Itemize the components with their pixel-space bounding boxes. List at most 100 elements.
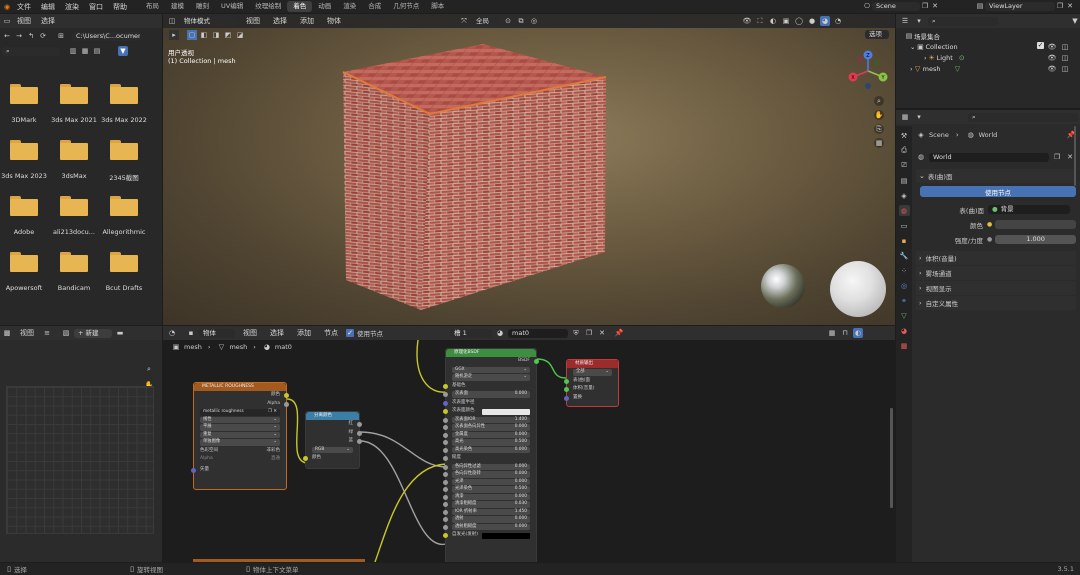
- vp-menu-view[interactable]: 视图: [241, 16, 265, 26]
- bsdf-input-socket-icon[interactable]: [443, 425, 448, 431]
- scene-selector[interactable]: ⎔ Scene ❐ ✕: [862, 1, 940, 11]
- use-nodes-button[interactable]: 使用节点: [920, 186, 1076, 197]
- strength-field[interactable]: 1.000: [995, 235, 1076, 244]
- bsdf-input-socket-icon[interactable]: [443, 392, 448, 398]
- bsdf-input-socket-icon[interactable]: [443, 456, 448, 462]
- world-name-field[interactable]: World: [929, 152, 1049, 162]
- tab-rendering[interactable]: 渲染: [337, 1, 362, 12]
- bsdf-input-socket-icon[interactable]: [443, 502, 448, 508]
- sort-icon[interactable]: ▤: [92, 46, 102, 56]
- tab-sculpting[interactable]: 雕刻: [190, 1, 215, 12]
- surface-section-header[interactable]: ⌄ 表(曲)面: [916, 169, 1076, 183]
- bsdf-input-row[interactable]: 糙度: [443, 454, 536, 463]
- bsdf-input-socket-icon[interactable]: [443, 509, 448, 515]
- strength-socket-icon[interactable]: ●: [987, 236, 992, 243]
- folder-item[interactable]: 3ds Max 2021: [46, 78, 102, 128]
- bsdf-input-socket-icon[interactable]: [443, 533, 448, 539]
- view-layer-tab-icon[interactable]: ▤: [899, 175, 910, 186]
- folder-item[interactable]: ali213docu...: [46, 190, 102, 240]
- properties-type-icon[interactable]: ▦: [900, 112, 910, 122]
- viewport-3d[interactable]: ◫ 物体模式 视图 选择 添加 物体 ⤧ 全局 ⊙ ⧉ ◎ 👁 ⛶ ◐ ▣ ◯ …: [163, 14, 895, 325]
- shading-wireframe-icon[interactable]: ◯: [794, 16, 804, 26]
- back-arrow-icon[interactable]: ←: [2, 31, 12, 41]
- colorspace-row[interactable]: 色彩空间 非彩色: [194, 447, 286, 456]
- select-mode-subtract-icon[interactable]: ◨: [211, 30, 221, 40]
- world-browse-icon[interactable]: ◍: [916, 152, 926, 162]
- ie-menu-view[interactable]: 视图: [15, 328, 39, 338]
- folder-item[interactable]: Bcut Drafts: [96, 246, 152, 296]
- vp-menu-select[interactable]: 选择: [268, 16, 292, 26]
- bsdf-input-row[interactable]: 基础色: [443, 382, 536, 391]
- image-datablock-field[interactable]: metallic roughness ❐ ✕: [200, 409, 280, 416]
- folder-item[interactable]: 3ds Max 2022: [96, 78, 152, 128]
- ortho-toggle-icon[interactable]: ▦: [874, 138, 884, 148]
- tab-geometry-nodes[interactable]: 几何节点: [387, 1, 425, 12]
- displacement-input-socket-icon[interactable]: [564, 395, 569, 401]
- bsdf-input-row[interactable]: 各向异性旋转 0.000: [443, 471, 530, 478]
- zoom-view-icon[interactable]: ⌕: [874, 96, 884, 106]
- material-tab-icon[interactable]: ◕: [899, 325, 910, 336]
- scene-collection-row[interactable]: ▤ 场景集合: [904, 30, 1080, 41]
- node-editor-panel[interactable]: ◔ ▪ 物体 视图 选择 添加 节点 ✓ 使用节点 槽 1 ◕ mat0 ⛨ ❐…: [163, 326, 895, 562]
- fb-menu-select[interactable]: 选择: [36, 16, 60, 26]
- folder-item[interactable]: 3dsMax: [46, 134, 102, 184]
- modifier-tab-icon[interactable]: 🔧: [899, 250, 910, 261]
- navigation-gizmo[interactable]: Y X Z: [847, 50, 889, 92]
- physics-tab-icon[interactable]: ◎: [899, 280, 910, 291]
- light-visibility-icon[interactable]: 👁: [1047, 53, 1057, 63]
- node-image-texture[interactable]: METALLIC ROUGHNESS 颜色 Alpha metallic rou…: [191, 382, 289, 490]
- constraints-tab-icon[interactable]: ⚭: [899, 295, 910, 306]
- image-browse-icon[interactable]: ▧: [61, 328, 71, 338]
- output-tab-icon[interactable]: ⎚: [899, 160, 910, 171]
- bsdf-input-row[interactable]: 金属度 0.000: [443, 431, 530, 439]
- folder-item[interactable]: Bandicam: [46, 246, 102, 296]
- editor-type-icon[interactable]: ▭: [2, 16, 12, 26]
- scene-copy-icon[interactable]: ❐: [920, 1, 930, 11]
- brick-cube[interactable]: [333, 42, 613, 312]
- select-mode-extend-icon[interactable]: ◧: [199, 30, 209, 40]
- projection-dropdown[interactable]: 平展 ⌄: [200, 424, 280, 431]
- interaction-mode-dropdown[interactable]: 物体模式: [180, 16, 238, 26]
- bsdf-input-socket-icon[interactable]: [443, 472, 448, 478]
- visibility-dropdown-icon[interactable]: 👁: [742, 16, 752, 26]
- menu-window[interactable]: 窗口: [84, 2, 108, 12]
- node-material-output[interactable]: 材质输出 全部 ⌄ 表(曲)面 体积(音量) 置换: [564, 359, 619, 407]
- folder-item[interactable]: Adobe: [0, 190, 52, 240]
- viewport-options-button[interactable]: 选项: [865, 30, 889, 39]
- select-mode-intersect-icon[interactable]: ◪: [235, 30, 245, 40]
- node-editor-scrollbar[interactable]: [890, 408, 893, 508]
- bsdf-color-swatch[interactable]: [482, 408, 530, 415]
- menu-edit[interactable]: 编辑: [36, 2, 60, 12]
- tab-scripting[interactable]: 脚本: [425, 1, 450, 12]
- color-swatch[interactable]: [995, 220, 1076, 229]
- bsdf-input-socket-icon[interactable]: [443, 447, 448, 453]
- collection-render-icon[interactable]: ◫: [1060, 42, 1070, 52]
- scene-tab-icon[interactable]: ◈: [899, 190, 910, 201]
- bsdf-input-row[interactable]: 清漆 0.000: [443, 493, 530, 501]
- distribution-dropdown[interactable]: GGX ⌄: [452, 366, 530, 374]
- render-tab-icon[interactable]: ⎙: [899, 145, 910, 156]
- tab-shading[interactable]: 着色: [287, 1, 313, 12]
- thumbnails-icon[interactable]: ▦: [80, 46, 90, 56]
- bsdf-input-row[interactable]: 高光染色 0.000: [443, 446, 530, 454]
- bsdf-input-socket-icon[interactable]: [443, 524, 448, 530]
- particles-tab-icon[interactable]: ⁘: [899, 265, 910, 276]
- tab-modeling[interactable]: 建模: [165, 1, 190, 12]
- output-target-dropdown[interactable]: 全部 ⌄: [573, 369, 612, 376]
- folder-item[interactable]: 3DMark: [0, 78, 52, 128]
- property-section-header[interactable]: › 体积(音量): [916, 251, 1076, 265]
- pan-view-icon[interactable]: ✋: [874, 110, 884, 120]
- uv-grid-canvas[interactable]: [6, 386, 154, 534]
- blender-logo-icon[interactable]: ◉: [2, 2, 12, 12]
- bsdf-input-row[interactable]: 次表面IOR 1.400: [443, 416, 530, 424]
- bsdf-input-row[interactable]: 清漆粗糙度 0.030: [443, 501, 530, 508]
- fb-search-input[interactable]: ⌕: [2, 46, 60, 56]
- vector-input-socket-icon[interactable]: [191, 467, 196, 473]
- filter-icon[interactable]: ▼: [118, 46, 128, 56]
- hamburger-menu-icon[interactable]: ≡: [42, 328, 52, 338]
- bsdf-input-socket-icon[interactable]: [443, 494, 448, 500]
- color-output-socket-icon[interactable]: [284, 393, 289, 398]
- vp-menu-add[interactable]: 添加: [295, 16, 319, 26]
- select-mode-invert-icon[interactable]: ◩: [223, 30, 233, 40]
- mesh-visibility-icon[interactable]: 👁: [1047, 64, 1057, 74]
